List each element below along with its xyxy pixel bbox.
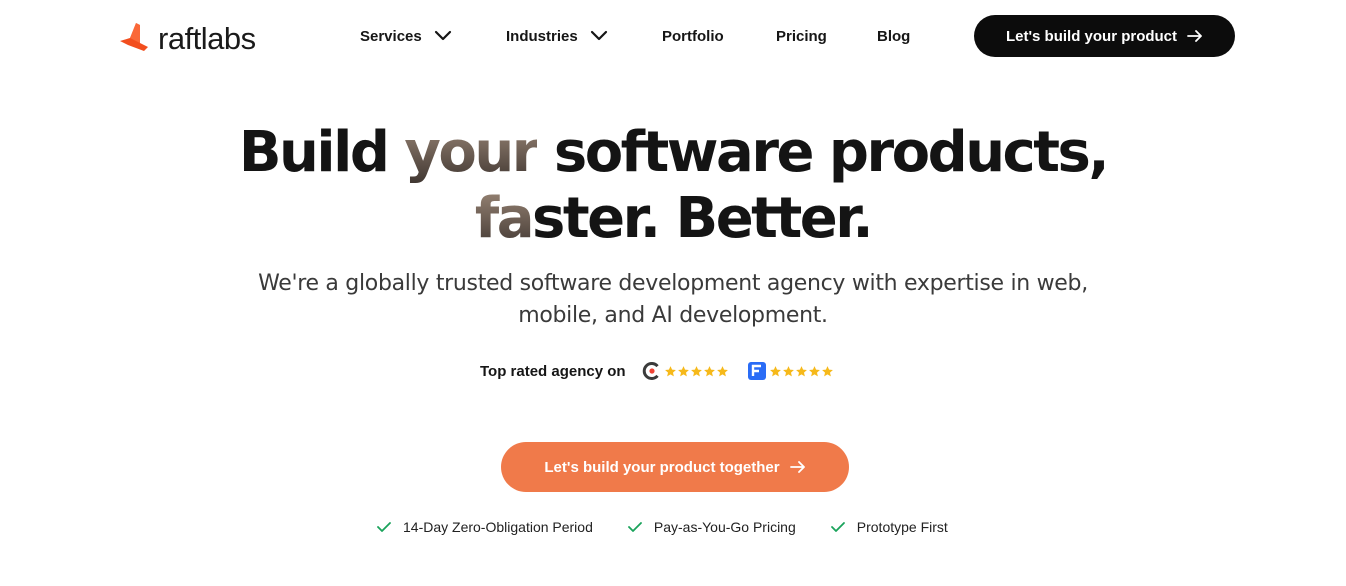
star-icon	[703, 365, 715, 376]
top-navigation: raftlabs Services Industries Portfolio P…	[0, 0, 1346, 72]
hero-title-part1: Build	[238, 120, 405, 185]
nav-industries[interactable]: Industries	[506, 25, 608, 47]
raftlabs-logo-icon	[120, 23, 148, 51]
raftlabs-logo[interactable]: raftlabs	[118, 20, 256, 56]
nav-portfolio[interactable]: Portfolio	[662, 25, 724, 47]
arrow-right-icon	[1187, 30, 1202, 42]
build-product-together-label: Let's build your product together	[544, 458, 780, 476]
brand-name: raftlabs	[158, 20, 256, 56]
feature-item: 14-Day Zero-Obligation Period	[376, 519, 593, 535]
chevron-down-icon	[434, 30, 451, 41]
feature-label: Prototype First	[856, 519, 948, 535]
hero-subtitle: We're a globally trusted software develo…	[0, 268, 1346, 332]
rating-label: Top rated agency on	[480, 362, 626, 380]
feature-list: 14-Day Zero-Obligation Period Pay-as-You…	[376, 516, 948, 538]
nav-portfolio-label: Portfolio	[662, 27, 724, 45]
rating-row: Top rated agency on	[480, 358, 852, 384]
check-icon	[830, 522, 845, 532]
build-product-together-button[interactable]: Let's build your product together	[501, 442, 849, 492]
star-icon	[769, 365, 781, 376]
goodfirms-icon	[747, 362, 766, 380]
goodfirms-rating-badge[interactable]	[747, 361, 834, 381]
star-icon	[795, 365, 807, 376]
star-icon	[690, 365, 702, 376]
arrow-right-icon	[789, 461, 805, 473]
nav-pricing-label: Pricing	[776, 27, 827, 45]
nav-pricing[interactable]: Pricing	[776, 25, 827, 47]
hero-subtitle-line1: We're a globally trusted software develo…	[258, 271, 1088, 296]
goodfirms-stars	[769, 365, 834, 378]
star-icon	[782, 365, 794, 376]
check-icon	[377, 522, 391, 532]
build-product-button[interactable]: Let's build your product	[974, 15, 1235, 57]
clutch-icon	[642, 362, 659, 380]
build-product-button-label: Let's build your product	[1005, 27, 1178, 45]
hero-title: Build your software products, faster. Be…	[0, 120, 1346, 252]
check-icon	[627, 522, 642, 532]
star-icon	[664, 365, 676, 376]
hero-title-highlight: your	[404, 120, 539, 185]
nav-services-label: Services	[360, 27, 422, 45]
hero-title-part2: software products,	[536, 120, 1110, 185]
star-icon	[677, 365, 689, 376]
star-icon	[808, 365, 820, 376]
feature-item: Prototype First	[830, 519, 948, 535]
nav-blog-label: Blog	[877, 27, 911, 45]
clutch-stars	[664, 365, 729, 378]
clutch-rating-badge[interactable]	[642, 361, 729, 381]
nav-blog[interactable]: Blog	[877, 25, 910, 47]
hero-title-line2: ster. Better.	[532, 186, 874, 251]
feature-label: 14-Day Zero-Obligation Period	[403, 519, 593, 535]
hero-subtitle-line2: mobile, and AI development.	[518, 303, 828, 328]
feature-label: Pay-as-You-Go Pricing	[653, 519, 796, 535]
feature-item: Pay-as-You-Go Pricing	[627, 519, 796, 535]
nav-industries-label: Industries	[506, 27, 578, 45]
hero-title-line2-highlight: fa	[474, 186, 535, 251]
nav-services[interactable]: Services	[360, 25, 452, 47]
chevron-down-icon	[590, 30, 607, 41]
star-icon	[821, 365, 833, 376]
star-icon	[716, 365, 728, 376]
